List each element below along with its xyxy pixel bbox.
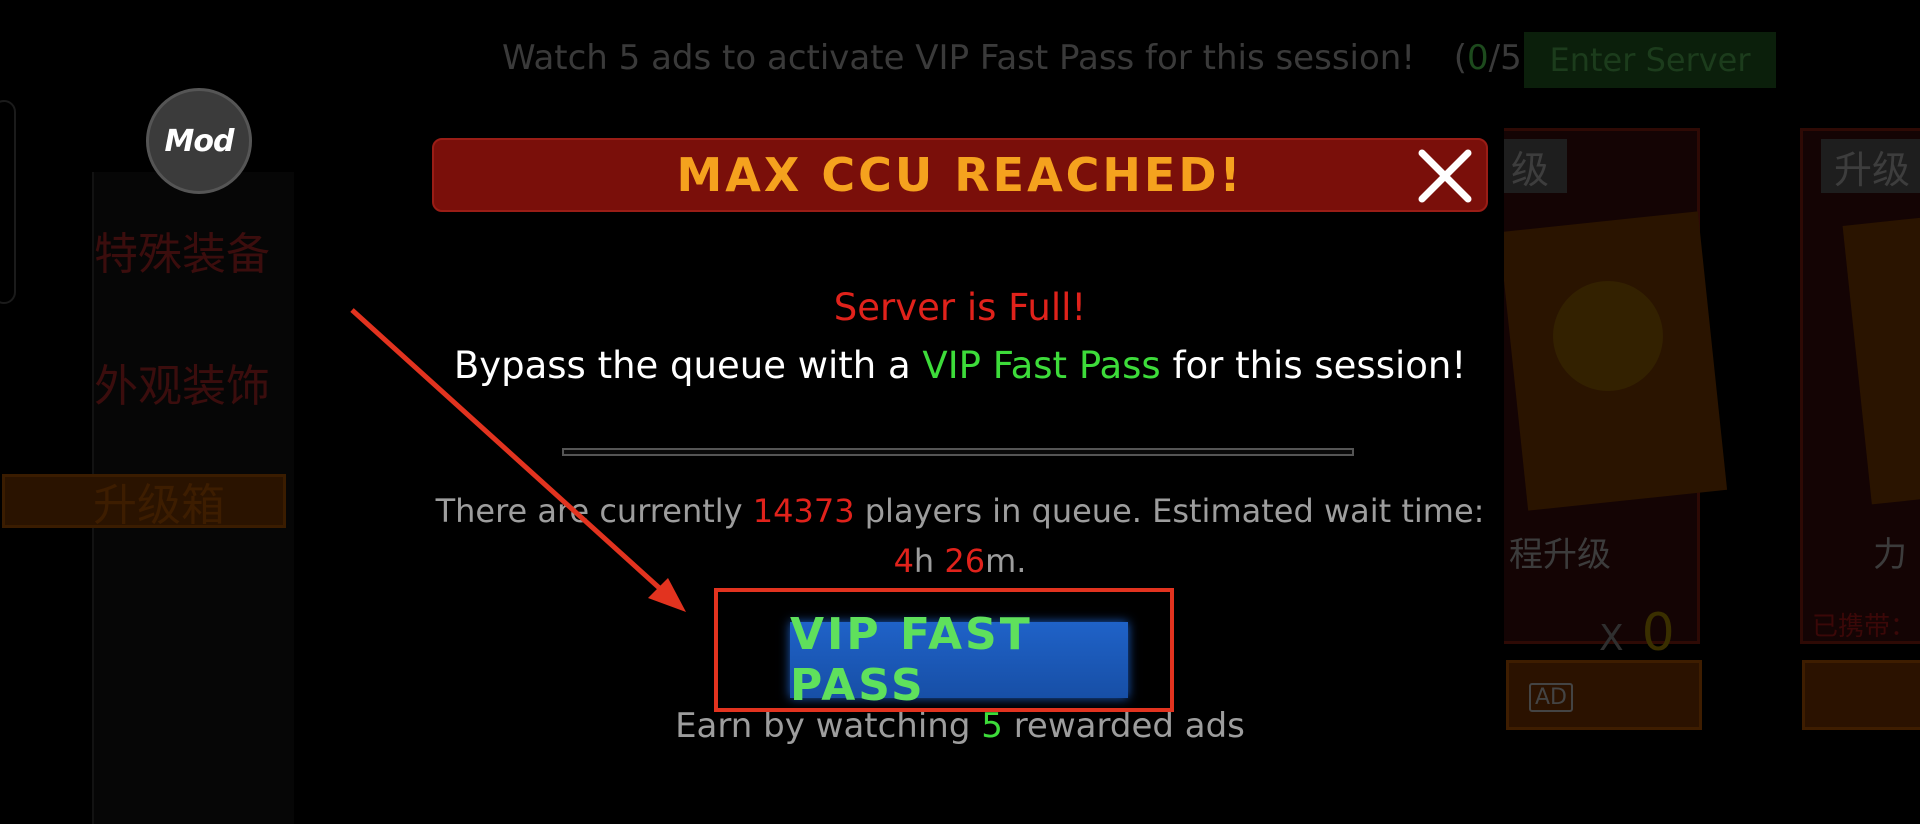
watch-ad-button-2[interactable] [1802, 660, 1920, 730]
card-tag-2: 升级 [1821, 139, 1920, 193]
ads-prompt-text: Watch 5 ads to activate VIP Fast Pass fo… [502, 38, 1536, 78]
card-art-2 [1842, 217, 1920, 505]
queue-progress-bar [562, 448, 1354, 456]
close-button[interactable] [1414, 145, 1476, 207]
close-icon [1418, 149, 1472, 203]
bypass-queue-text: Bypass the queue with a VIP Fast Pass fo… [453, 344, 1467, 387]
sidebar-item-special-equipment[interactable]: 特殊装备 [94, 218, 270, 282]
card-art-blob [1553, 281, 1663, 391]
earn-by-ads-text: Earn by watching 5 rewarded ads [675, 706, 1245, 746]
ad-icon: AD [1529, 683, 1573, 712]
server-full-text: Server is Full! [833, 286, 1087, 329]
highlight-box [714, 588, 1174, 712]
card-label: 程升级 [1509, 535, 1611, 575]
mod-badge[interactable]: Mod [146, 88, 252, 194]
sidebar-item-cosmetics[interactable]: 外观装饰 [94, 350, 270, 414]
enter-server-button[interactable]: Enter Server [1524, 32, 1776, 88]
queue-player-count: 14373 [752, 492, 855, 530]
dialog-title: MAX CCU REACHED! [676, 148, 1244, 202]
card-tag: 级 [1493, 139, 1567, 193]
upgrade-card[interactable]: 级 程升级 X0 [1490, 128, 1728, 663]
card-carried-text: 已携带： [1812, 612, 1917, 642]
queue-info-text: There are currently 14373 players in que… [435, 492, 1485, 530]
watch-ad-button[interactable]: AD [1506, 660, 1702, 730]
card-label-2: 力 [1873, 535, 1907, 575]
wait-time-text: 4h 26m. [893, 542, 1027, 580]
left-edge-frame [0, 100, 16, 304]
sidebar-item-upgrade-box[interactable]: 升级箱 [2, 474, 286, 531]
upgrade-card-2[interactable]: 升级 力 [1800, 128, 1920, 644]
card-count: X0 [1599, 603, 1675, 663]
